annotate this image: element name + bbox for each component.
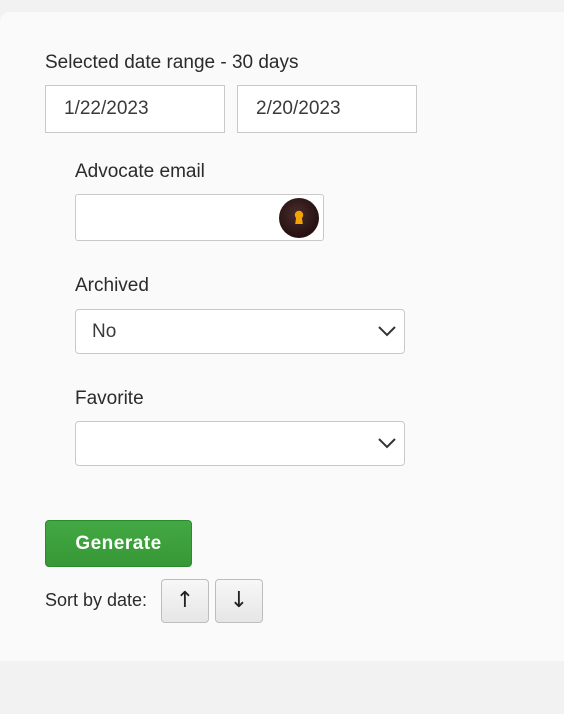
date-range-label: Selected date range - 30 days: [45, 52, 299, 73]
start-date-input[interactable]: 1/22/2023: [45, 85, 225, 133]
generate-button[interactable]: Generate: [45, 520, 192, 567]
archived-select[interactable]: No: [75, 309, 405, 354]
sort-descending-button[interactable]: ↓: [215, 579, 263, 623]
chevron-down-icon: [378, 438, 396, 449]
favorite-label: Favorite: [75, 388, 144, 409]
archived-selected-value: No: [92, 321, 117, 342]
end-date-input[interactable]: 2/20/2023: [237, 85, 417, 133]
sort-by-date-label: Sort by date:: [45, 590, 148, 610]
archived-label: Archived: [75, 275, 149, 296]
advocate-email-label: Advocate email: [75, 161, 205, 182]
favorite-select[interactable]: [75, 421, 405, 466]
sort-ascending-button[interactable]: ↑: [161, 579, 209, 623]
keyhole-icon[interactable]: [279, 198, 319, 238]
chevron-down-icon: [378, 326, 396, 337]
